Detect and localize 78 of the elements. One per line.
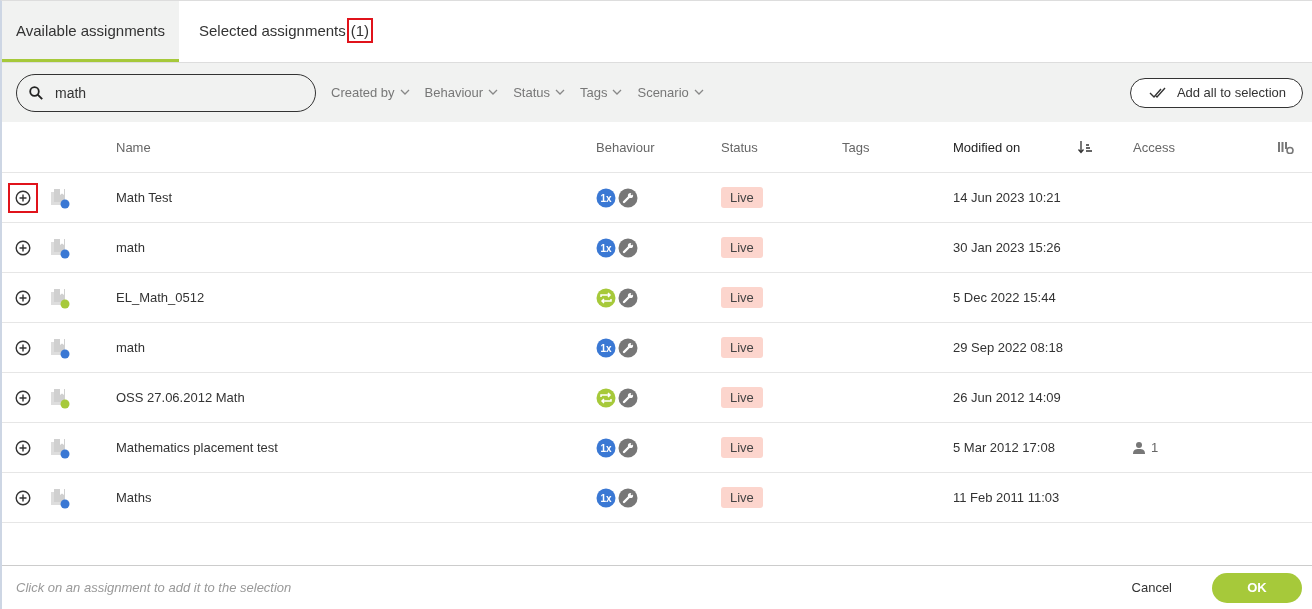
- chevron-down-icon: [488, 89, 499, 96]
- filter-dropdown[interactable]: Tags: [580, 85, 623, 100]
- double-check-icon: [1148, 86, 1167, 99]
- wrench-icon: [618, 337, 638, 358]
- once-badge: 1x: [596, 237, 616, 258]
- plus-circle-icon: [15, 339, 31, 356]
- wrench-icon: [618, 487, 638, 508]
- access-count: 1: [1151, 440, 1159, 455]
- assignment-name: Maths: [116, 490, 153, 505]
- status-badge: Live: [721, 437, 763, 458]
- date-text: 5 Dec 2022 15:44: [953, 290, 1057, 305]
- column-settings-icon: [1278, 140, 1294, 154]
- assignment-name: math: [116, 240, 146, 255]
- column-header[interactable]: Behaviour: [596, 139, 721, 155]
- search-field[interactable]: math: [16, 73, 316, 112]
- date-text: 5 Mar 2012 17:08: [953, 440, 1056, 455]
- column-header[interactable]: Modified on: [953, 139, 1078, 155]
- chevron-down-icon: [399, 89, 410, 96]
- once-badge: 1x: [596, 437, 616, 458]
- once-badge: 1x: [596, 337, 616, 358]
- date-text: 14 Jun 2023 10:21: [953, 190, 1062, 205]
- once-badge: 1x: [596, 187, 616, 208]
- filter-dropdown[interactable]: Behaviour: [424, 85, 499, 100]
- assignment-name: EL_Math_0512: [116, 290, 206, 305]
- filter-dropdown[interactable]: Status: [513, 85, 565, 100]
- assignment-name: Math Test: [116, 190, 174, 205]
- assignment-icon: [50, 286, 70, 309]
- filter-dropdown[interactable]: Created by: [331, 85, 410, 100]
- status-badge: Live: [721, 237, 763, 258]
- date-text: 11 Feb 2011 11:03: [953, 490, 1061, 505]
- assignment-name: OSS 27.06.2012 Math: [116, 390, 246, 405]
- assignment-icon: [50, 336, 70, 359]
- wrench-icon: [618, 187, 638, 208]
- status-badge: Live: [721, 337, 763, 358]
- assignment-name: math: [116, 340, 146, 355]
- wrench-icon: [618, 387, 638, 408]
- plus-circle-icon: [15, 489, 31, 506]
- date-text: 26 Jun 2012 14:09: [953, 390, 1062, 405]
- status-badge: Live: [721, 387, 763, 408]
- person-icon: [1133, 441, 1145, 454]
- column-header[interactable]: Status: [721, 139, 842, 155]
- plus-circle-icon: [15, 389, 31, 406]
- date-text: 29 Sep 2022 08:18: [953, 340, 1064, 355]
- assignment-icon: [50, 486, 70, 509]
- status-badge: Live: [721, 187, 763, 208]
- once-badge: 1x: [596, 487, 616, 508]
- search-icon: [29, 85, 43, 100]
- status-badge: Live: [721, 287, 763, 308]
- column-header[interactable]: Tags: [842, 139, 953, 155]
- assignment-icon: [50, 236, 70, 259]
- chevron-down-icon: [693, 89, 704, 96]
- plus-circle-icon: [15, 439, 31, 456]
- column-header[interactable]: Name: [116, 139, 596, 155]
- plus-circle-icon: [15, 189, 31, 206]
- add-all-button[interactable]: Add all to selection: [1129, 77, 1303, 108]
- sort-icon: [1078, 140, 1092, 154]
- assignment-name: Mathematics placement test: [116, 440, 279, 455]
- chevron-down-icon: [612, 89, 623, 96]
- status-badge: Live: [721, 487, 763, 508]
- wrench-icon: [618, 237, 638, 258]
- assignment-icon: [50, 436, 70, 459]
- repeat-icon: [596, 287, 616, 308]
- column-header[interactable]: Access: [1133, 139, 1278, 155]
- tab[interactable]: Available assignments: [2, 1, 179, 62]
- date-text: 30 Jan 2023 15:26: [953, 240, 1062, 255]
- filter-dropdown[interactable]: Scenario: [637, 85, 704, 100]
- hint-text: Click on an assignment to add it to the selection: [16, 580, 293, 595]
- wrench-icon: [618, 287, 638, 308]
- repeat-icon: [596, 387, 616, 408]
- assignment-icon: [50, 386, 70, 409]
- cancel-button[interactable]: Cancel: [1125, 579, 1178, 596]
- assignment-icon: [50, 186, 70, 209]
- wrench-icon: [618, 437, 638, 458]
- count-label: (1): [346, 17, 374, 43]
- add-button[interactable]: [10, 184, 36, 211]
- plus-circle-icon: [15, 289, 31, 306]
- chevron-down-icon: [555, 89, 565, 96]
- plus-circle-icon: [15, 239, 31, 256]
